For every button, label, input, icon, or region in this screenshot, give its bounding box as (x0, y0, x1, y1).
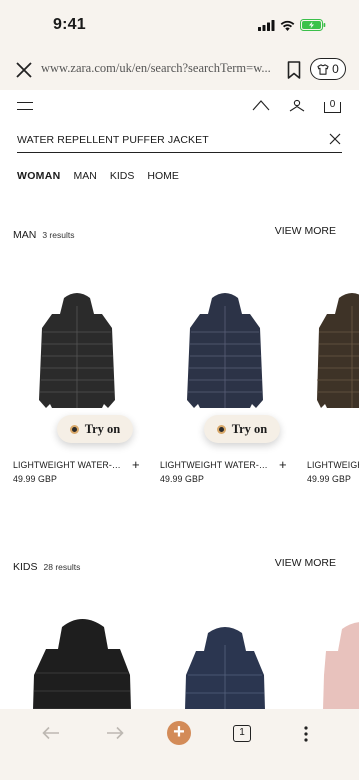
browser-bottom-toolbar: + 1 (0, 709, 359, 780)
more-menu-icon[interactable] (303, 725, 309, 743)
try-on-icon (69, 424, 79, 434)
product-price: 49.99 GBP (13, 474, 57, 484)
battery-charging-icon (300, 19, 326, 31)
try-on-icon (216, 424, 226, 434)
bookmark-icon[interactable] (286, 60, 302, 80)
product-price: 49.99 GBP (160, 474, 204, 484)
tabs-counter-button[interactable]: 0 (310, 58, 346, 80)
back-arrow-icon[interactable] (42, 726, 60, 740)
section-title-man: MAN (13, 229, 37, 241)
status-time: 9:41 (53, 16, 86, 33)
clear-search-icon[interactable] (328, 132, 342, 146)
tab-switcher-button[interactable]: 1 (233, 725, 251, 742)
bag-icon[interactable]: 0 (324, 99, 341, 113)
menu-icon[interactable] (17, 102, 33, 110)
try-on-button[interactable]: Try on (204, 415, 280, 443)
search-input[interactable]: WATER REPELLENT PUFFER JACKET (17, 134, 209, 146)
product-price: 49.99 GBP (307, 474, 351, 484)
category-tabs: WOMAN MAN KIDS HOME (17, 170, 179, 182)
bag-count: 0 (329, 99, 336, 110)
section-title-kids: KIDS (13, 561, 38, 573)
tab-woman[interactable]: WOMAN (17, 170, 61, 182)
puffer-jacket-image (39, 293, 115, 408)
results-count-kids: 28 results (43, 562, 81, 572)
forward-arrow-icon[interactable] (106, 726, 124, 740)
try-on-label: Try on (231, 421, 268, 436)
user-icon[interactable] (289, 99, 305, 112)
add-to-bag-icon[interactable]: + (279, 458, 287, 471)
close-icon[interactable] (14, 60, 34, 80)
wifi-icon (280, 20, 295, 31)
puffer-jacket-image (187, 293, 263, 408)
browser-url-bar: www.zara.com/uk/en/search?searchTerm=w..… (0, 50, 359, 90)
status-icons (258, 19, 326, 31)
try-on-label: Try on (84, 421, 121, 436)
results-count-man: 3 results (42, 230, 75, 240)
add-to-bag-icon[interactable]: + (132, 458, 140, 471)
status-bar: 9:41 (0, 0, 359, 50)
home-icon[interactable] (252, 99, 270, 111)
site-header: 0 (0, 90, 359, 126)
view-more-man-link[interactable]: VIEW MORE (275, 225, 336, 237)
try-on-button[interactable]: Try on (57, 415, 133, 443)
view-more-kids-link[interactable]: VIEW MORE (275, 557, 336, 569)
tab-man[interactable]: MAN (74, 170, 97, 182)
puffer-jacket-image (317, 293, 359, 408)
tab-kids[interactable]: KIDS (110, 170, 135, 182)
puffer-jacket-image (323, 622, 359, 709)
product-image[interactable] (307, 290, 359, 440)
tab-home[interactable]: HOME (147, 170, 179, 182)
kids-section-header: KIDS 28 results VIEW MORE (13, 557, 336, 573)
shirt-icon (317, 63, 329, 75)
new-tab-button[interactable]: + (167, 721, 191, 745)
url-field[interactable]: www.zara.com/uk/en/search?searchTerm=w..… (41, 61, 277, 76)
man-section-header: MAN 3 results VIEW MORE (13, 225, 336, 241)
search-bar[interactable]: WATER REPELLENT PUFFER JACKET (17, 128, 342, 153)
puffer-jacket-image (185, 627, 265, 709)
product-name[interactable]: LIGHTWEIGHT WATER-REPELLENT PUFFER JACKE… (13, 460, 123, 470)
product-name[interactable]: LIGHTWEIGHT WATER-REPELLENT PUFFER JACKE… (307, 460, 359, 470)
puffer-jacket-image (33, 619, 131, 709)
product-image[interactable] (322, 615, 359, 709)
signal-icon (258, 19, 275, 31)
product-image[interactable] (160, 615, 290, 709)
tabs-count: 0 (332, 62, 339, 76)
product-name[interactable]: LIGHTWEIGHT WATER-REPELLENT PUFFER JACKE… (160, 460, 270, 470)
product-image[interactable] (12, 615, 142, 709)
